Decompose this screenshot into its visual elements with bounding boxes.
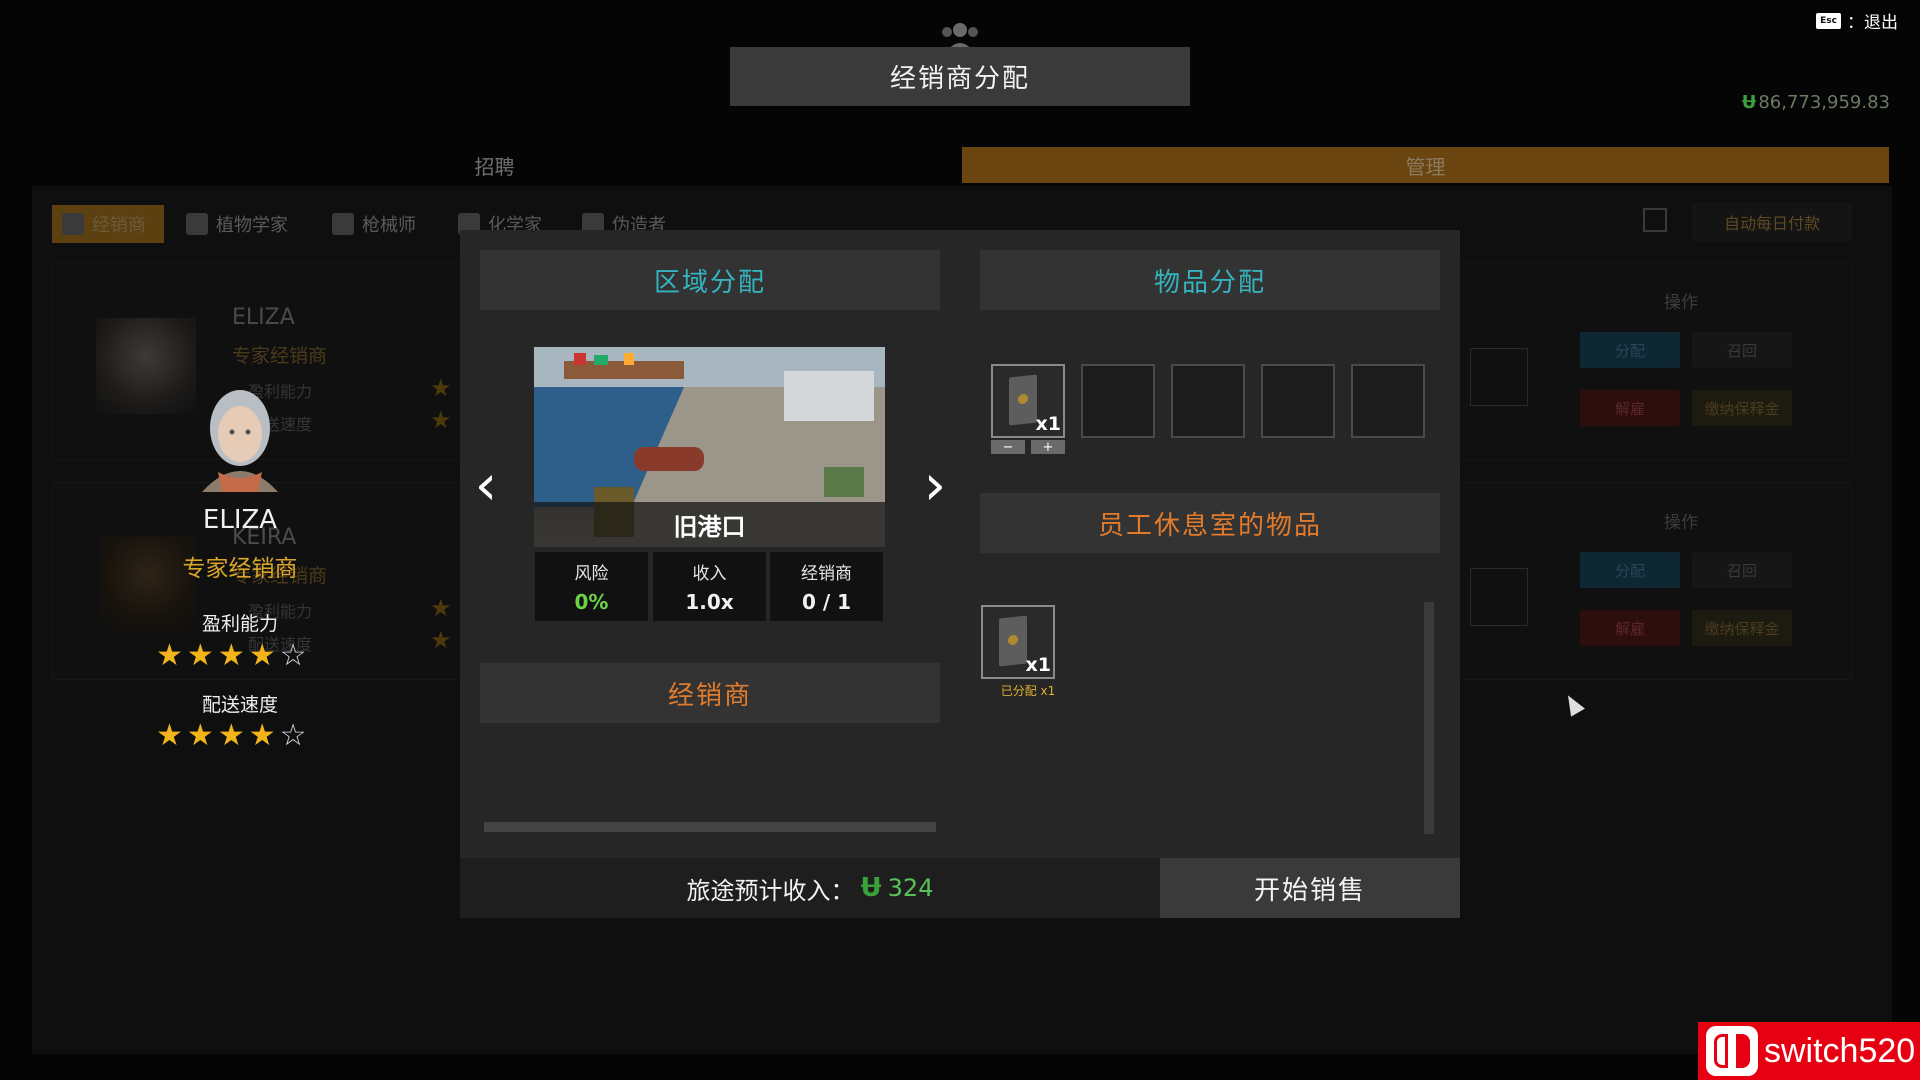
income-label: 旅途预计收入：	[686, 876, 855, 905]
auto-pay-checkbox[interactable]	[1643, 208, 1667, 232]
employee-name: ELIZA	[232, 305, 295, 330]
assign-button[interactable]: 分配	[1580, 552, 1680, 588]
delivery-speed-stars: ★ ★ ★ ★ ☆	[156, 718, 326, 753]
star-icon: ★	[430, 594, 452, 622]
dealer-role: 专家经销商	[182, 556, 298, 582]
star-filled-icon: ★	[186, 638, 214, 673]
horizontal-scrollbar[interactable]	[484, 822, 936, 832]
star-filled-icon: ★	[156, 718, 183, 753]
star-filled-icon: ★	[186, 718, 214, 753]
item-slot[interactable]: x1	[991, 364, 1065, 438]
dealer-portrait	[202, 390, 278, 492]
dialog-title: 经销商分配	[730, 47, 1190, 106]
assigned-count: 已分配 x1	[1000, 684, 1056, 698]
stat-value: 0%	[574, 590, 609, 614]
profitability-label: 盈利能力	[201, 613, 278, 635]
operations-label: 操作	[1664, 293, 1698, 313]
tab-manage[interactable]: 管理	[962, 147, 1889, 183]
star-empty-icon: ☆	[279, 718, 307, 753]
category-label: 植物学家	[216, 215, 288, 236]
money-display: Ʉ 86,773,959.83	[1742, 92, 1890, 113]
dealer-name: ELIZA	[202, 505, 278, 535]
currency-icon: Ʉ	[1741, 92, 1757, 113]
dealer-count-stat: 经销商 0 / 1	[770, 552, 883, 621]
break-room-item[interactable]: x1	[981, 605, 1055, 679]
star-icon: ★	[430, 374, 452, 402]
stat-label: 风险	[574, 564, 609, 584]
item-slot[interactable]	[1351, 364, 1425, 438]
item-quantity: x1	[1035, 413, 1061, 435]
star-icon: ★	[430, 626, 452, 654]
gun-icon	[332, 213, 354, 235]
next-region-arrow-icon[interactable]: ›	[915, 453, 955, 518]
fire-button[interactable]: 解雇	[1580, 610, 1680, 646]
region-name: 旧港口	[534, 502, 885, 547]
delivery-speed-label: 配送速度	[201, 694, 278, 716]
item-slot[interactable]	[1261, 364, 1335, 438]
income-value: 324	[887, 874, 934, 902]
stat-value: 1.0x	[685, 590, 734, 614]
item-slot[interactable]	[1171, 364, 1245, 438]
leaf-icon	[186, 213, 208, 235]
increase-button[interactable]: +	[1031, 440, 1065, 454]
decrease-button[interactable]: −	[991, 440, 1025, 454]
money-value: 86,773,959.83	[1758, 92, 1890, 113]
star-filled-icon: ★	[248, 638, 276, 673]
esc-key-icon: Esc	[1816, 12, 1841, 29]
star-filled-icon: ★	[156, 638, 183, 673]
recall-button[interactable]: 召回	[1692, 552, 1792, 588]
stat-value: 0 / 1	[801, 590, 852, 614]
item-slot[interactable]	[1470, 348, 1528, 406]
dealers-section-header: 经销商	[480, 663, 940, 723]
risk-stat: 风险 0%	[535, 552, 648, 621]
currency-icon: Ʉ	[860, 873, 882, 903]
star-icon: ★	[430, 406, 452, 434]
break-room-header: 员工休息室的物品	[980, 493, 1440, 553]
employee-role: 专家经销商	[232, 345, 328, 367]
vertical-scrollbar[interactable]	[1424, 602, 1434, 834]
auto-pay-label[interactable]: 自动每日付款	[1692, 203, 1852, 241]
category-label: 枪械师	[362, 215, 416, 236]
stat-label: 经销商	[801, 564, 852, 584]
avatar	[96, 318, 196, 414]
watermark: switch520	[1698, 1022, 1920, 1080]
income-stat: 收入 1.0x	[653, 552, 766, 621]
bail-button[interactable]: 缴纳保释金	[1692, 610, 1792, 646]
item-quantity: x1	[1025, 654, 1051, 676]
handshake-icon	[62, 213, 84, 235]
star-filled-icon: ★	[248, 718, 276, 753]
recall-button[interactable]: 召回	[1692, 332, 1792, 368]
item-slot[interactable]	[1081, 364, 1155, 438]
item-package-icon	[999, 615, 1027, 667]
item-package-icon	[1009, 374, 1037, 426]
star-empty-icon: ☆	[279, 638, 307, 673]
profitability-stars: ★ ★ ★ ★ ☆	[156, 638, 326, 673]
region-section-header: 区域分配	[480, 250, 940, 310]
fire-button[interactable]: 解雇	[1580, 390, 1680, 426]
item-slot[interactable]	[1470, 568, 1528, 626]
star-filled-icon: ★	[217, 718, 245, 753]
income-bar: 旅途预计收入： Ʉ 324	[460, 858, 1160, 918]
switch-logo-icon	[1706, 1026, 1758, 1076]
assign-button[interactable]: 分配	[1580, 332, 1680, 368]
star-filled-icon: ★	[217, 638, 245, 673]
prev-region-arrow-icon[interactable]: ‹	[466, 453, 506, 518]
tab-recruit[interactable]: 招聘	[32, 147, 957, 183]
watermark-text: switch520	[1764, 1031, 1916, 1070]
operations-label: 操作	[1664, 513, 1698, 533]
bail-button[interactable]: 缴纳保释金	[1692, 390, 1792, 426]
category-dealer[interactable]: 经销商	[52, 205, 164, 243]
category-botanist[interactable]: 植物学家	[176, 205, 306, 243]
exit-label: ：退出	[1847, 13, 1898, 33]
stat-label: 收入	[692, 564, 727, 584]
category-gunsmith[interactable]: 枪械师	[322, 205, 434, 243]
start-selling-button[interactable]: 开始销售	[1160, 858, 1460, 918]
exit-hint[interactable]: Esc ：退出	[1816, 8, 1898, 33]
items-section-header: 物品分配	[980, 250, 1440, 310]
category-label: 经销商	[92, 215, 146, 236]
